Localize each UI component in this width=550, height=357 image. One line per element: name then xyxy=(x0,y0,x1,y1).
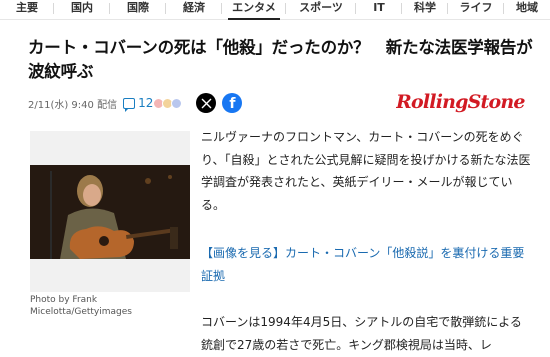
article-headline: カート・コバーンの死は「他殺」だったのか？ 新たな法医学報告が波紋呼ぶ xyxy=(28,38,533,81)
nav-item-label: スポーツ xyxy=(299,1,343,14)
nav-item-label: ライフ xyxy=(459,1,493,14)
nav-item-label: 地域 xyxy=(516,1,538,14)
rollingstone-logo-image: RollingStone xyxy=(395,91,526,113)
nav-item-it[interactable]: IT xyxy=(356,0,402,16)
article-photo[interactable] xyxy=(30,131,190,292)
nav-item-economy[interactable]: 経済 xyxy=(166,0,222,16)
comment-icon[interactable] xyxy=(123,97,136,112)
nav-item-regional[interactable]: 地域 xyxy=(504,0,550,16)
reaction-faces[interactable] xyxy=(153,97,183,109)
nav-item-label: 国内 xyxy=(71,1,93,14)
photo-caption: Photo by Frank Micelotta/Gettyimages xyxy=(30,295,132,317)
x-share-button[interactable] xyxy=(196,93,217,113)
category-nav: 主要 国内 国際 経済 エンタメ スポーツ IT 科学 ライフ 地域 xyxy=(0,0,550,20)
article-meta: 2/11(水) 9:40 配信 12 f xyxy=(28,92,243,114)
article-paragraph: コバーンは1994年4月5日、シアトルの自宅で散弾銃による銃創で27歳の若さで死… xyxy=(201,315,522,352)
rollingstone-logo[interactable]: RollingStone xyxy=(395,88,526,114)
nav-item-label: IT xyxy=(373,1,385,14)
nav-item-label: 国際 xyxy=(127,1,149,14)
nav-item-label: 経済 xyxy=(183,1,205,14)
nav-item-life[interactable]: ライフ xyxy=(448,0,504,16)
facebook-share-button[interactable]: f xyxy=(222,93,243,113)
nav-item-sports[interactable]: スポーツ xyxy=(286,0,356,16)
nav-item-international[interactable]: 国際 xyxy=(110,0,166,16)
nav-item-domestic[interactable]: 国内 xyxy=(54,0,110,16)
article-paragraph: ニルヴァーナのフロントマン、カート・コバーンの死をめぐり、「自殺」とされた公式見… xyxy=(201,130,531,212)
nav-item-label: 科学 xyxy=(414,1,436,14)
performer-photo-image xyxy=(30,131,190,292)
facebook-icon: f xyxy=(229,96,236,112)
comment-count[interactable]: 12 xyxy=(138,96,153,110)
x-logo-icon xyxy=(201,98,212,108)
nav-item-label: エンタメ xyxy=(232,1,276,14)
nav-item-label: 主要 xyxy=(16,1,38,14)
publish-date: 2/11(水) 9:40 配信 xyxy=(28,99,118,111)
nav-item-science[interactable]: 科学 xyxy=(402,0,448,16)
svg-text:RollingStone: RollingStone xyxy=(396,91,525,113)
nav-item-entertainment[interactable]: エンタメ xyxy=(222,0,286,20)
related-images-link[interactable]: 【画像を見る】カート・コバーン「他殺説」を裏付ける重要証拠 xyxy=(201,242,531,287)
nav-item-main[interactable]: 主要 xyxy=(0,0,54,16)
reaction-face-icon xyxy=(171,97,183,109)
